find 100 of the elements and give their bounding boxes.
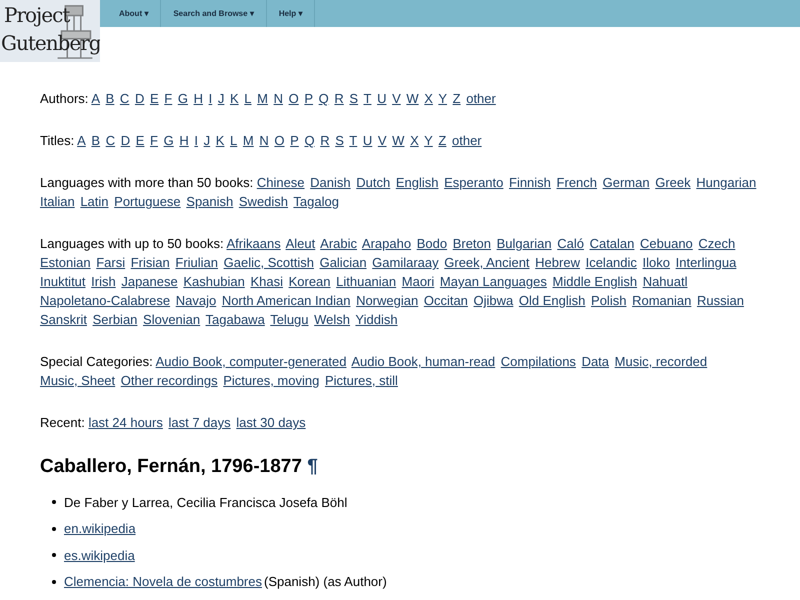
link[interactable]: Catalan <box>590 236 634 251</box>
link[interactable]: Telugu <box>270 312 309 327</box>
link[interactable]: Tagalog <box>293 194 339 209</box>
link[interactable]: G <box>178 91 188 106</box>
link[interactable]: Farsi <box>96 255 126 270</box>
link[interactable]: Aleut <box>286 236 316 251</box>
link[interactable]: Gaelic, Scottish <box>224 255 314 270</box>
link[interactable]: Y <box>438 91 448 106</box>
link[interactable]: Music, Sheet <box>40 373 116 388</box>
link[interactable]: B <box>91 133 100 148</box>
link[interactable]: W <box>406 91 419 106</box>
link[interactable]: Greek, Ancient <box>444 255 530 270</box>
link[interactable]: Icelandic <box>586 255 637 270</box>
nav-menu[interactable]: Search and Browse ▾ <box>161 0 267 27</box>
link[interactable]: Interlingua <box>676 255 736 270</box>
link[interactable]: R <box>320 133 330 148</box>
link[interactable]: Audio Book, human-read <box>351 354 496 369</box>
link[interactable]: Russian <box>696 293 744 308</box>
link[interactable]: S <box>335 133 344 148</box>
link[interactable]: Pictures, still <box>324 373 398 388</box>
link[interactable]: Hebrew <box>535 255 580 270</box>
link[interactable]: Caló <box>557 236 584 251</box>
link[interactable]: Old English <box>518 293 586 308</box>
link[interactable]: en.wikipedia <box>64 519 136 538</box>
link[interactable]: Japanese <box>121 274 178 289</box>
link[interactable]: Navajo <box>176 293 216 308</box>
link[interactable]: Maori <box>402 274 434 289</box>
link[interactable]: Z <box>452 91 461 106</box>
link[interactable]: es.wikipedia <box>64 546 135 565</box>
link[interactable]: Q <box>318 91 329 106</box>
nav-menu[interactable]: About ▾ <box>100 0 162 27</box>
link[interactable]: Norwegian <box>356 293 418 308</box>
link[interactable]: Breton <box>452 236 492 251</box>
link[interactable]: Friulian <box>175 255 218 270</box>
link[interactable]: P <box>290 133 299 148</box>
link[interactable]: Tagabawa <box>206 312 265 327</box>
link[interactable]: Iloko <box>642 255 670 270</box>
link[interactable]: other <box>452 133 482 148</box>
link[interactable]: X <box>424 91 433 106</box>
link[interactable]: Pictures, moving <box>223 373 320 388</box>
link[interactable]: Greek <box>655 175 691 190</box>
link[interactable]: Serbian <box>92 312 138 327</box>
link[interactable]: V <box>378 133 387 148</box>
link[interactable]: Hungarian <box>696 175 756 190</box>
link[interactable]: E <box>136 133 144 148</box>
link[interactable]: last 7 days <box>168 415 231 430</box>
link[interactable]: G <box>164 133 174 148</box>
link[interactable]: Danish <box>310 175 351 190</box>
link[interactable]: L <box>230 133 238 148</box>
link[interactable]: Finnish <box>509 175 551 190</box>
link[interactable]: O <box>288 91 299 106</box>
link[interactable]: Inuktitut <box>40 274 86 289</box>
link[interactable]: C <box>106 133 116 148</box>
link[interactable]: Galician <box>320 255 367 270</box>
link[interactable]: R <box>334 91 344 106</box>
link[interactable]: Slovenian <box>143 312 200 327</box>
link[interactable]: E <box>150 91 159 106</box>
link[interactable]: U <box>362 133 372 148</box>
link[interactable]: I <box>194 133 198 148</box>
link[interactable]: S <box>349 91 358 106</box>
link[interactable]: T <box>363 91 372 106</box>
link[interactable]: Sanskrit <box>40 312 87 327</box>
link[interactable]: Swedish <box>238 194 288 209</box>
link[interactable]: Spanish <box>186 194 234 209</box>
link[interactable]: P <box>304 91 314 106</box>
link[interactable]: Audio Book, computer-generated <box>156 354 346 369</box>
link[interactable]: Cebuano <box>640 236 693 251</box>
link[interactable]: Middle English <box>552 274 638 289</box>
link[interactable]: last 30 days <box>236 415 306 430</box>
link[interactable]: Irish <box>91 274 116 289</box>
link[interactable]: Other recordings <box>120 373 218 388</box>
link[interactable]: other <box>466 91 496 106</box>
link[interactable]: C <box>120 91 130 106</box>
link[interactable]: last 24 hours <box>88 415 163 430</box>
link[interactable]: Bodo <box>416 236 448 251</box>
link[interactable]: K <box>230 91 239 106</box>
nav-menu[interactable]: Help ▾ <box>266 0 316 27</box>
link[interactable]: Romanian <box>632 293 692 308</box>
link[interactable]: J <box>204 133 210 148</box>
link[interactable]: V <box>392 91 401 106</box>
link[interactable]: L <box>244 91 252 106</box>
link[interactable]: Dutch <box>356 175 390 190</box>
link[interactable]: U <box>377 91 386 106</box>
link[interactable]: Occitan <box>424 293 468 308</box>
link[interactable]: B <box>106 91 114 106</box>
link[interactable]: Polish <box>591 293 626 308</box>
link[interactable]: Khasi <box>250 274 283 289</box>
link[interactable]: I <box>208 91 212 106</box>
link[interactable]: Welsh <box>314 312 350 327</box>
link[interactable]: Music, recorded <box>614 354 708 369</box>
link[interactable]: Esperanto <box>444 175 504 190</box>
link[interactable]: Arabic <box>320 236 358 251</box>
anchor-link[interactable]: ¶ <box>307 456 318 477</box>
link[interactable]: K <box>216 133 224 148</box>
link[interactable]: H <box>194 91 203 106</box>
link[interactable]: D <box>120 133 130 148</box>
logo[interactable]: Project Gutenberg <box>0 0 100 62</box>
link[interactable]: Latin <box>80 194 109 209</box>
book-link[interactable]: Clemencia: Novela de costumbres <box>64 572 262 592</box>
link[interactable]: H <box>179 133 189 148</box>
